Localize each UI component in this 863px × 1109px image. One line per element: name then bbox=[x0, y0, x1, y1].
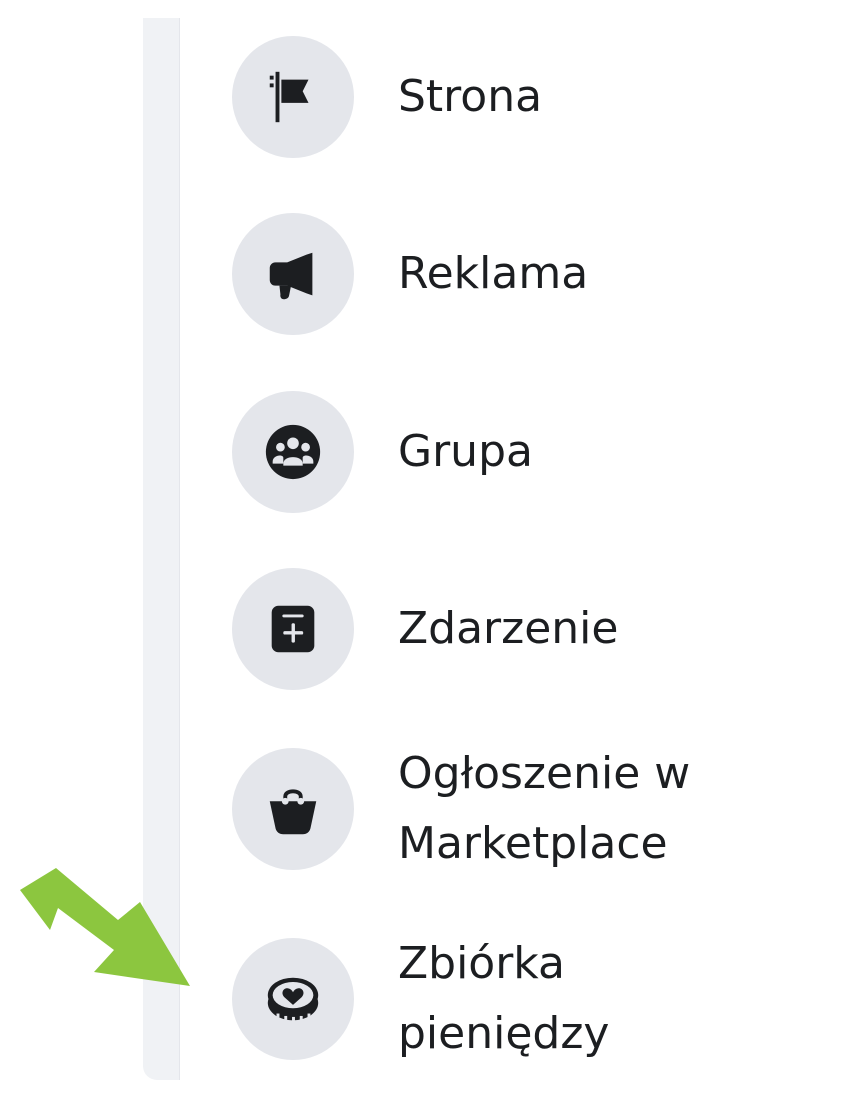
menu-item-label: Strona bbox=[398, 71, 543, 122]
create-menu-screenshot: Strona Reklama Grupa Zdarzenie Ogłoszeni… bbox=[0, 0, 863, 1109]
ad-icon-circle bbox=[232, 213, 354, 335]
group-icon-circle bbox=[232, 391, 354, 513]
megaphone-icon bbox=[269, 252, 313, 300]
menu-item-group[interactable]: Grupa bbox=[232, 391, 852, 513]
menu-item-ad[interactable]: Reklama bbox=[232, 213, 852, 335]
menu-item-event[interactable]: Zdarzenie bbox=[232, 568, 852, 690]
shopping-bag-icon bbox=[269, 789, 317, 835]
calendar-plus-icon bbox=[271, 605, 315, 653]
create-menu: Strona Reklama Grupa Zdarzenie Ogłoszeni… bbox=[180, 0, 863, 1109]
marketplace-icon-circle bbox=[232, 748, 354, 870]
event-icon-circle bbox=[232, 568, 354, 690]
menu-item-label: Grupa bbox=[398, 426, 533, 477]
page-icon-circle bbox=[232, 36, 354, 158]
menu-item-page[interactable]: Strona bbox=[232, 36, 852, 158]
menu-item-marketplace-listing[interactable]: Ogłoszenie w Marketplace bbox=[232, 748, 852, 870]
heart-coin-icon bbox=[267, 977, 319, 1021]
group-icon bbox=[265, 424, 321, 480]
menu-item-fundraiser[interactable]: Zbiórka pieniędzy bbox=[232, 938, 852, 1060]
flag-icon bbox=[269, 71, 309, 123]
menu-item-label: Reklama bbox=[398, 248, 589, 299]
annotation-arrow-icon bbox=[20, 868, 190, 986]
fundraiser-icon-circle bbox=[232, 938, 354, 1060]
menu-item-label: Zdarzenie bbox=[398, 603, 619, 654]
menu-item-label: Ogłoszenie w Marketplace bbox=[398, 748, 691, 869]
menu-item-label: Zbiórka pieniędzy bbox=[398, 938, 610, 1059]
